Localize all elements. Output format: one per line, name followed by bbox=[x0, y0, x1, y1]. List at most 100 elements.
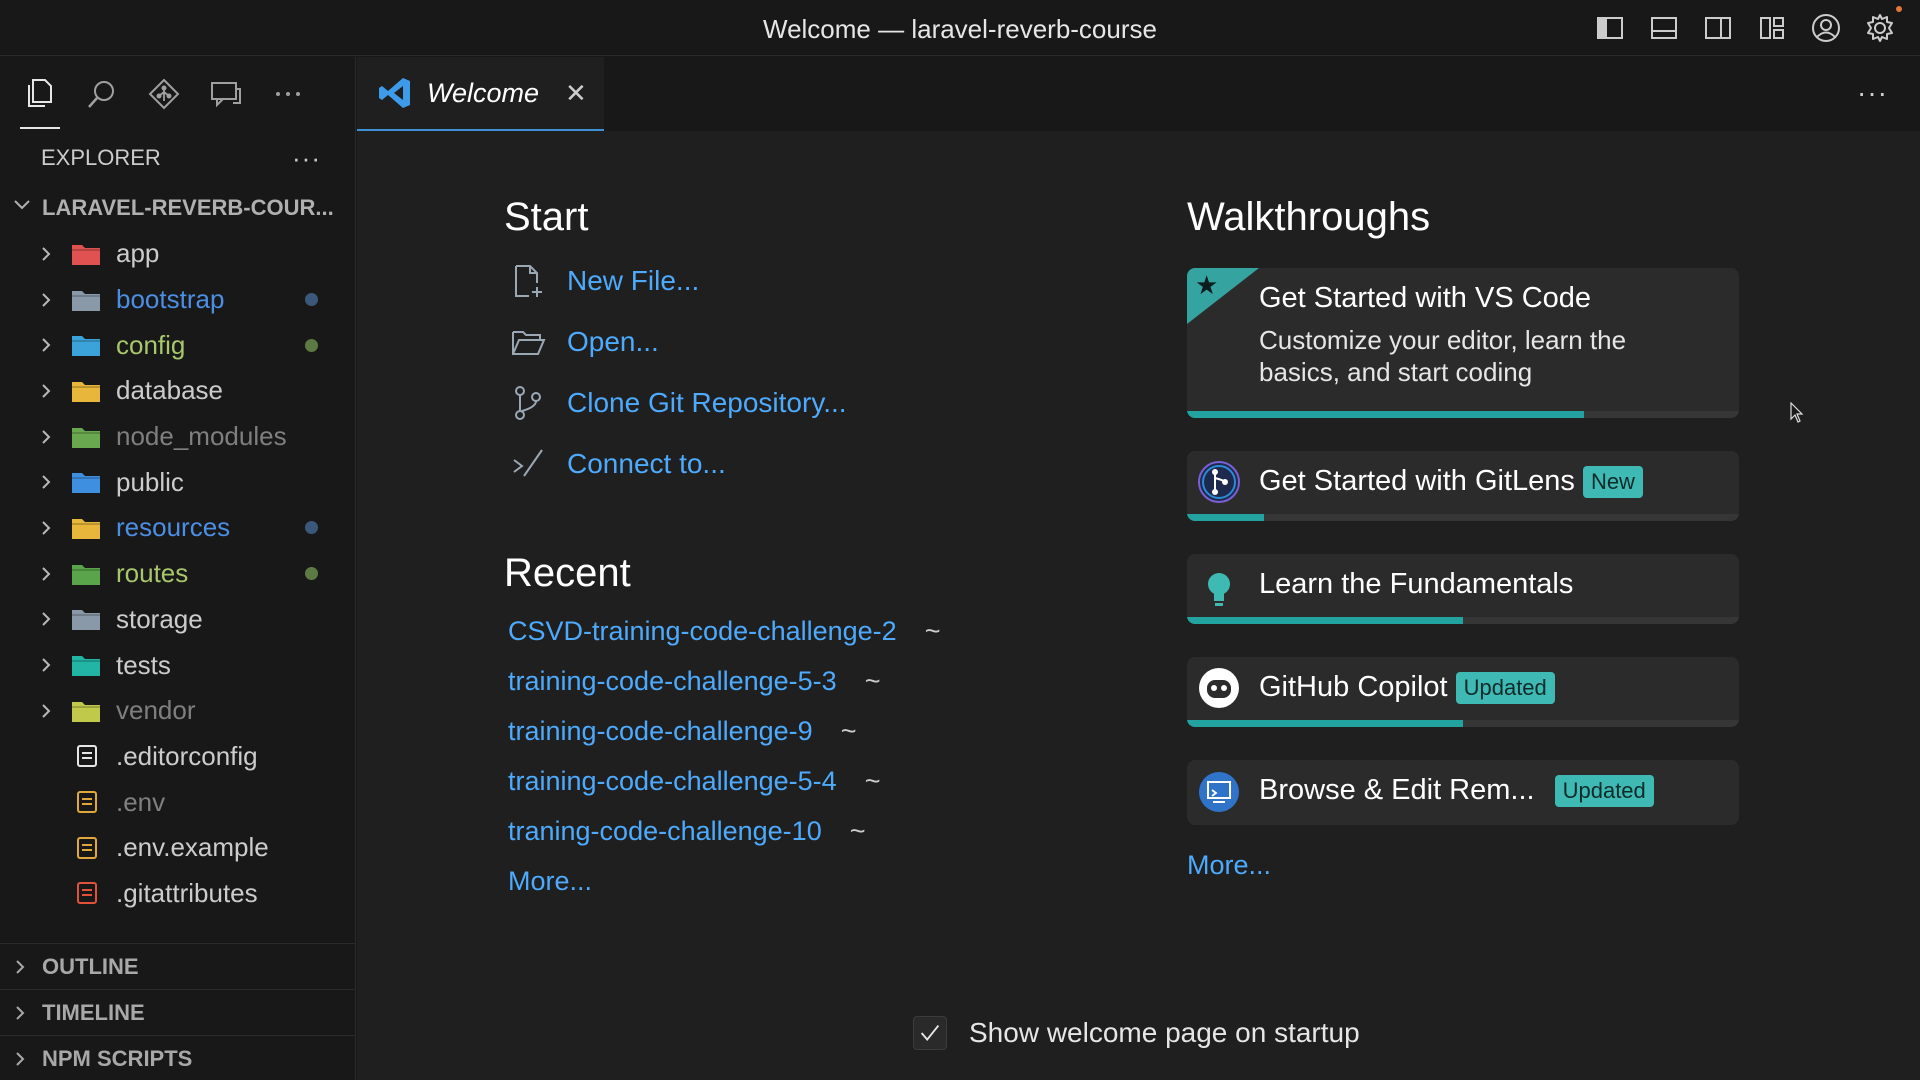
folder-item[interactable]: bootstrap bbox=[0, 277, 355, 323]
close-icon[interactable]: ✕ bbox=[565, 78, 587, 109]
search-icon[interactable] bbox=[82, 74, 122, 114]
recent-heading: Recent bbox=[504, 551, 631, 595]
section-npm-scripts[interactable]: NPM SCRIPTS bbox=[0, 1035, 356, 1080]
explorer-icon[interactable] bbox=[20, 59, 60, 129]
connect-to-link[interactable]: Connect to... bbox=[509, 445, 726, 483]
file-icon bbox=[70, 880, 104, 906]
recent-item[interactable]: training-code-challenge-5-4 ~ bbox=[508, 766, 880, 797]
folder-item[interactable]: vendor bbox=[0, 688, 355, 734]
walkthrough-vscode[interactable]: ★ Get Started with VS Code Customize you… bbox=[1187, 268, 1739, 418]
editor-tabs: Welcome ✕ ··· bbox=[357, 57, 1920, 131]
chevron-right-icon bbox=[38, 657, 58, 673]
recent-item-path: ~ bbox=[924, 616, 941, 646]
new-file-icon bbox=[509, 262, 547, 300]
folder-icon bbox=[70, 606, 104, 632]
toggle-panel-icon[interactable] bbox=[1646, 10, 1682, 46]
tab-welcome[interactable]: Welcome ✕ bbox=[357, 57, 604, 131]
source-control-icon[interactable] bbox=[144, 74, 184, 114]
folder-item[interactable]: resources bbox=[0, 505, 355, 551]
remote-explorer-icon bbox=[1197, 770, 1241, 814]
open-link[interactable]: Open... bbox=[509, 323, 659, 361]
vscode-logo-icon bbox=[379, 78, 410, 108]
chevron-right-icon bbox=[38, 292, 58, 308]
folder-item[interactable]: database bbox=[0, 368, 355, 414]
folder-icon bbox=[70, 287, 104, 313]
walkthrough-gitlens[interactable]: Get Started with GitLens New bbox=[1187, 451, 1739, 521]
startup-checkbox[interactable] bbox=[913, 1016, 947, 1050]
explorer-more-button[interactable]: ··· bbox=[292, 143, 321, 174]
recent-item[interactable]: traning-code-challenge-10 ~ bbox=[508, 816, 866, 847]
recent-item-name[interactable]: training-code-challenge-9 bbox=[508, 716, 813, 747]
file-item[interactable]: .env bbox=[0, 779, 355, 825]
walkthrough-vscode-title: Get Started with VS Code bbox=[1259, 282, 1592, 314]
folder-item[interactable]: storage bbox=[0, 597, 355, 643]
folder-item[interactable]: public bbox=[0, 459, 355, 505]
connect-to-label: Connect to... bbox=[567, 448, 726, 479]
progress-bar bbox=[1187, 514, 1265, 521]
recent-item[interactable]: training-code-challenge-5-3 ~ bbox=[508, 666, 880, 697]
progress-bar bbox=[1187, 720, 1463, 727]
chevron-right-icon bbox=[38, 337, 58, 353]
manage-gear-icon[interactable] bbox=[1862, 6, 1902, 46]
recent-more-link[interactable]: More... bbox=[508, 866, 592, 897]
chevron-right-icon bbox=[12, 1005, 42, 1021]
modified-dot bbox=[305, 521, 318, 535]
recent-item-name[interactable]: training-code-challenge-5-3 bbox=[508, 666, 837, 697]
progress-bar bbox=[1187, 617, 1463, 624]
more-icon[interactable] bbox=[268, 74, 308, 114]
folder-icon bbox=[70, 469, 104, 495]
chevron-right-icon bbox=[38, 474, 58, 490]
tree-item-label: .editorconfig bbox=[116, 740, 258, 771]
account-icon[interactable] bbox=[1808, 10, 1844, 46]
toggle-primary-sidebar-icon[interactable] bbox=[1592, 10, 1628, 46]
recent-item[interactable]: CSVD-training-code-challenge-2 ~ bbox=[508, 616, 940, 647]
modified-dot bbox=[305, 293, 318, 307]
file-item[interactable]: .gitattributes bbox=[0, 871, 355, 917]
startup-checkbox-row[interactable]: Show welcome page on startup bbox=[913, 1016, 1360, 1050]
folder-item[interactable]: config bbox=[0, 322, 355, 368]
folder-item[interactable]: tests bbox=[0, 642, 355, 688]
folder-item[interactable]: routes bbox=[0, 551, 355, 597]
updated-badge: Updated bbox=[1455, 672, 1555, 705]
explorer-title: EXPLORER bbox=[41, 145, 161, 170]
section-outline[interactable]: OUTLINE bbox=[0, 943, 356, 989]
customize-layout-icon[interactable] bbox=[1754, 10, 1790, 46]
file-icon bbox=[70, 835, 104, 861]
walkthrough-fundamentals[interactable]: Learn the Fundamentals bbox=[1187, 554, 1739, 624]
title-bar: Welcome — laravel-reverb-course bbox=[0, 0, 1920, 56]
editor-more-button[interactable]: ··· bbox=[1857, 77, 1888, 109]
walkthrough-remote[interactable]: Browse & Edit Rem... Updated bbox=[1187, 760, 1739, 825]
modified-dot bbox=[305, 338, 318, 352]
recent-item-name[interactable]: traning-code-challenge-10 bbox=[508, 816, 822, 847]
file-item[interactable]: .env.example bbox=[0, 825, 355, 871]
progress-bar bbox=[1187, 411, 1585, 418]
tree-item-label: routes bbox=[116, 558, 189, 589]
folder-item[interactable]: app bbox=[0, 231, 355, 277]
toggle-secondary-sidebar-icon[interactable] bbox=[1700, 10, 1736, 46]
open-folder-icon bbox=[509, 323, 547, 361]
file-icon bbox=[70, 789, 104, 815]
file-item[interactable]: .editorconfig bbox=[0, 734, 355, 780]
chevron-right-icon bbox=[38, 703, 58, 719]
section-timeline[interactable]: TIMELINE bbox=[0, 989, 356, 1035]
recent-item-name[interactable]: training-code-challenge-5-4 bbox=[508, 766, 837, 797]
folder-item[interactable]: node_modules bbox=[0, 414, 355, 460]
new-file-link[interactable]: New File... bbox=[509, 262, 699, 300]
new-badge: New bbox=[1582, 466, 1643, 499]
recent-item-name[interactable]: CSVD-training-code-challenge-2 bbox=[508, 616, 897, 647]
new-file-label: New File... bbox=[567, 265, 700, 296]
walkthrough-remote-title-row: Browse & Edit Rem... Updated bbox=[1259, 774, 1654, 808]
walkthrough-copilot[interactable]: GitHub Copilot Updated bbox=[1187, 657, 1739, 727]
walkthrough-gitlens-title: Get Started with GitLens bbox=[1259, 465, 1575, 497]
chevron-right-icon bbox=[38, 566, 58, 582]
walkthroughs-more-link[interactable]: More... bbox=[1187, 850, 1271, 881]
chevron-right-icon bbox=[38, 520, 58, 536]
section-outline-label: OUTLINE bbox=[42, 953, 139, 979]
folder-icon bbox=[70, 652, 104, 678]
chat-icon[interactable] bbox=[206, 74, 246, 114]
workspace-root[interactable]: LARAVEL-REVERB-COUR... bbox=[0, 185, 355, 231]
clone-git-link[interactable]: Clone Git Repository... bbox=[509, 384, 847, 422]
tree-item-label: resources bbox=[116, 512, 231, 543]
tree-item-label: database bbox=[116, 375, 223, 406]
recent-item[interactable]: training-code-challenge-9 ~ bbox=[508, 716, 856, 747]
